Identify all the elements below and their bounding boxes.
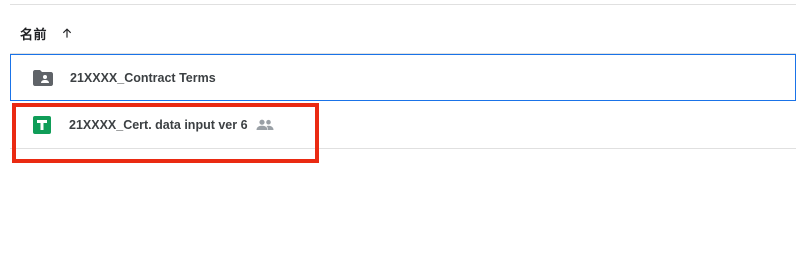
top-divider	[10, 4, 796, 5]
file-name: 21XXXX_Contract Terms	[70, 70, 216, 85]
arrow-up-icon[interactable]	[59, 25, 75, 41]
file-name: 21XXXX_Cert. data input ver 6	[69, 118, 248, 132]
column-header-name: 名前	[20, 26, 48, 42]
shared-folder-icon	[33, 68, 53, 88]
file-list: 名前 21XXXX_Contract Terms 21XXXX_Cert. da…	[0, 0, 796, 255]
people-icon	[256, 118, 274, 132]
file-row-cert-data-input[interactable]: 21XXXX_Cert. data input ver 6	[10, 102, 796, 149]
sort-by-name-header[interactable]: 名前	[20, 22, 75, 44]
file-row-contract-terms[interactable]: 21XXXX_Contract Terms	[10, 54, 796, 101]
google-sheets-icon	[32, 115, 52, 135]
